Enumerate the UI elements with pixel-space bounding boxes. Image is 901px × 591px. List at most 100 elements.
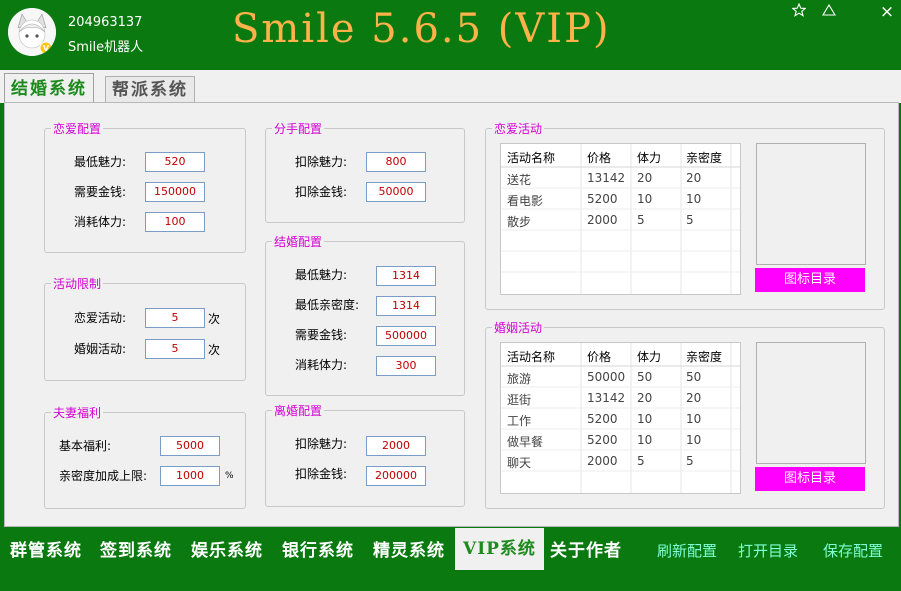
- love-min-charm-input[interactable]: 520: [145, 152, 205, 172]
- marriage-activities-group: 婚姻活动 活动名称 价格 体力 亲密度 旅游 50000 50 50 逛街 13…: [485, 319, 885, 509]
- marriage-min-intimacy-input[interactable]: 1314: [376, 296, 436, 316]
- column-header[interactable]: 活动名称: [507, 149, 555, 166]
- table-cell[interactable]: 聊天: [507, 454, 531, 471]
- table-cell[interactable]: 13142: [587, 391, 625, 405]
- title-bar: V 204963137 Smile机器人 Smile 5.6.5 (VIP) ×: [0, 0, 901, 70]
- love-required-money-input[interactable]: 150000: [145, 182, 205, 202]
- table-cell[interactable]: 旅游: [507, 370, 531, 387]
- table-cell[interactable]: 5: [637, 213, 645, 227]
- divorce-charm-input[interactable]: 2000: [366, 436, 426, 456]
- table-cell[interactable]: 20: [637, 391, 652, 405]
- marriage-money-input[interactable]: 500000: [376, 326, 436, 346]
- love-activity-limit-input[interactable]: 5: [145, 308, 205, 328]
- marriage-money-label: 需要金钱:: [295, 328, 348, 342]
- table-cell[interactable]: 20: [686, 391, 701, 405]
- table-cell[interactable]: 做早餐: [507, 433, 543, 450]
- table-cell[interactable]: 20: [637, 171, 652, 185]
- marriage-activity-limit-input[interactable]: 5: [145, 339, 205, 359]
- table-cell[interactable]: 5200: [587, 412, 618, 426]
- star-icon[interactable]: [789, 2, 809, 21]
- table-cell[interactable]: 看电影: [507, 192, 543, 209]
- nav-entertainment[interactable]: 娱乐系统: [191, 536, 263, 561]
- divorce-money-input[interactable]: 200000: [366, 466, 426, 486]
- nav-bank[interactable]: 银行系统: [282, 536, 354, 561]
- table-cell[interactable]: 逛街: [507, 391, 531, 408]
- table-cell[interactable]: 2000: [587, 454, 618, 468]
- marriage-min-intimacy-label: 最低亲密度:: [295, 298, 360, 312]
- open-directory-button[interactable]: 打开目录: [738, 540, 798, 561]
- breakup-charm-input[interactable]: 800: [366, 152, 426, 172]
- tab-marriage-system[interactable]: 结婚系统: [4, 73, 94, 104]
- love-config-group: 恋爱配置 最低魅力: 520 需要金钱: 150000 消耗体力: 100: [44, 120, 246, 253]
- divorce-config-group: 离婚配置 扣除魅力: 2000 扣除金钱: 200000: [265, 402, 465, 507]
- column-header[interactable]: 体力: [637, 348, 661, 365]
- table-cell[interactable]: 工作: [507, 412, 531, 429]
- marriage-activities-table[interactable]: 活动名称 价格 体力 亲密度 旅游 50000 50 50 逛街 13142 2…: [500, 342, 741, 494]
- table-cell[interactable]: 5: [686, 454, 694, 468]
- divorce-money-label: 扣除金钱:: [295, 467, 348, 481]
- love-stamina-cost-input[interactable]: 100: [145, 212, 205, 232]
- column-header[interactable]: 亲密度: [686, 348, 722, 365]
- table-cell[interactable]: 13142: [587, 171, 625, 185]
- marriage-min-charm-label: 最低魅力:: [295, 268, 348, 282]
- table-cell[interactable]: 5200: [587, 192, 618, 206]
- table-cell[interactable]: 5: [637, 454, 645, 468]
- nav-about-author[interactable]: 关于作者: [550, 536, 622, 561]
- stamina-cost-label: 消耗体力:: [74, 215, 127, 229]
- table-cell[interactable]: 5200: [587, 433, 618, 447]
- table-cell[interactable]: 50: [637, 370, 652, 384]
- base-welfare-label: 基本福利:: [59, 439, 112, 453]
- table-grid: [501, 144, 740, 294]
- nav-sign-in[interactable]: 签到系统: [100, 536, 172, 561]
- love-icon-directory-button[interactable]: 图标目录: [755, 268, 865, 292]
- percent-unit: %: [225, 471, 234, 481]
- column-header[interactable]: 体力: [637, 149, 661, 166]
- table-cell[interactable]: 5: [686, 213, 694, 227]
- column-header[interactable]: 活动名称: [507, 348, 555, 365]
- breakup-charm-label: 扣除魅力:: [295, 155, 348, 169]
- table-grid: [501, 343, 740, 493]
- base-welfare-input[interactable]: 5000: [160, 436, 220, 456]
- table-cell[interactable]: 50000: [587, 370, 625, 384]
- love-config-title: 恋爱配置: [51, 120, 104, 137]
- love-activity-label: 恋爱活动:: [74, 311, 127, 325]
- intimacy-bonus-cap-input[interactable]: 1000: [160, 466, 220, 486]
- column-header[interactable]: 亲密度: [686, 149, 722, 166]
- table-cell[interactable]: 2000: [587, 213, 618, 227]
- table-cell[interactable]: 20: [686, 171, 701, 185]
- marriage-activity-icon-preview: [756, 342, 866, 464]
- triangle-icon[interactable]: [819, 3, 839, 21]
- breakup-config-group: 分手配置 扣除魅力: 800 扣除金钱: 50000: [265, 120, 465, 223]
- marriage-activities-title: 婚姻活动: [492, 319, 545, 336]
- breakup-config-title: 分手配置: [272, 120, 325, 137]
- min-charm-label: 最低魅力:: [74, 155, 127, 169]
- marriage-stamina-input[interactable]: 300: [376, 356, 436, 376]
- column-header[interactable]: 价格: [587, 348, 611, 365]
- table-cell[interactable]: 10: [637, 412, 652, 426]
- close-button[interactable]: ×: [877, 3, 897, 21]
- table-cell[interactable]: 送花: [507, 171, 531, 188]
- nav-group-management[interactable]: 群管系统: [10, 536, 82, 561]
- table-cell[interactable]: 10: [686, 412, 701, 426]
- column-header[interactable]: 价格: [587, 149, 611, 166]
- table-cell[interactable]: 10: [686, 192, 701, 206]
- table-cell[interactable]: 10: [637, 433, 652, 447]
- love-activities-table[interactable]: 活动名称 价格 体力 亲密度 送花 13142 20 20 看电影 5200 1…: [500, 143, 741, 295]
- marriage-activity-label: 婚姻活动:: [74, 342, 127, 356]
- avatar: V: [8, 8, 56, 56]
- marriage-min-charm-input[interactable]: 1314: [376, 266, 436, 286]
- refresh-config-button[interactable]: 刷新配置: [657, 540, 717, 561]
- table-cell[interactable]: 散步: [507, 213, 531, 230]
- table-cell[interactable]: 50: [686, 370, 701, 384]
- breakup-money-input[interactable]: 50000: [366, 182, 426, 202]
- love-activity-icon-preview: [756, 143, 866, 265]
- tab-guild-system[interactable]: 帮派系统: [105, 76, 195, 103]
- nav-vip[interactable]: VIP系统: [455, 528, 544, 570]
- nav-spirit[interactable]: 精灵系统: [373, 536, 445, 561]
- marriage-icon-directory-button[interactable]: 图标目录: [755, 467, 865, 491]
- table-cell[interactable]: 10: [686, 433, 701, 447]
- save-config-button[interactable]: 保存配置: [823, 540, 883, 561]
- table-cell[interactable]: 10: [637, 192, 652, 206]
- intimacy-bonus-cap-label: 亲密度加成上限:: [59, 469, 148, 483]
- marriage-config-group: 结婚配置 最低魅力: 1314 最低亲密度: 1314 需要金钱: 500000…: [265, 233, 465, 396]
